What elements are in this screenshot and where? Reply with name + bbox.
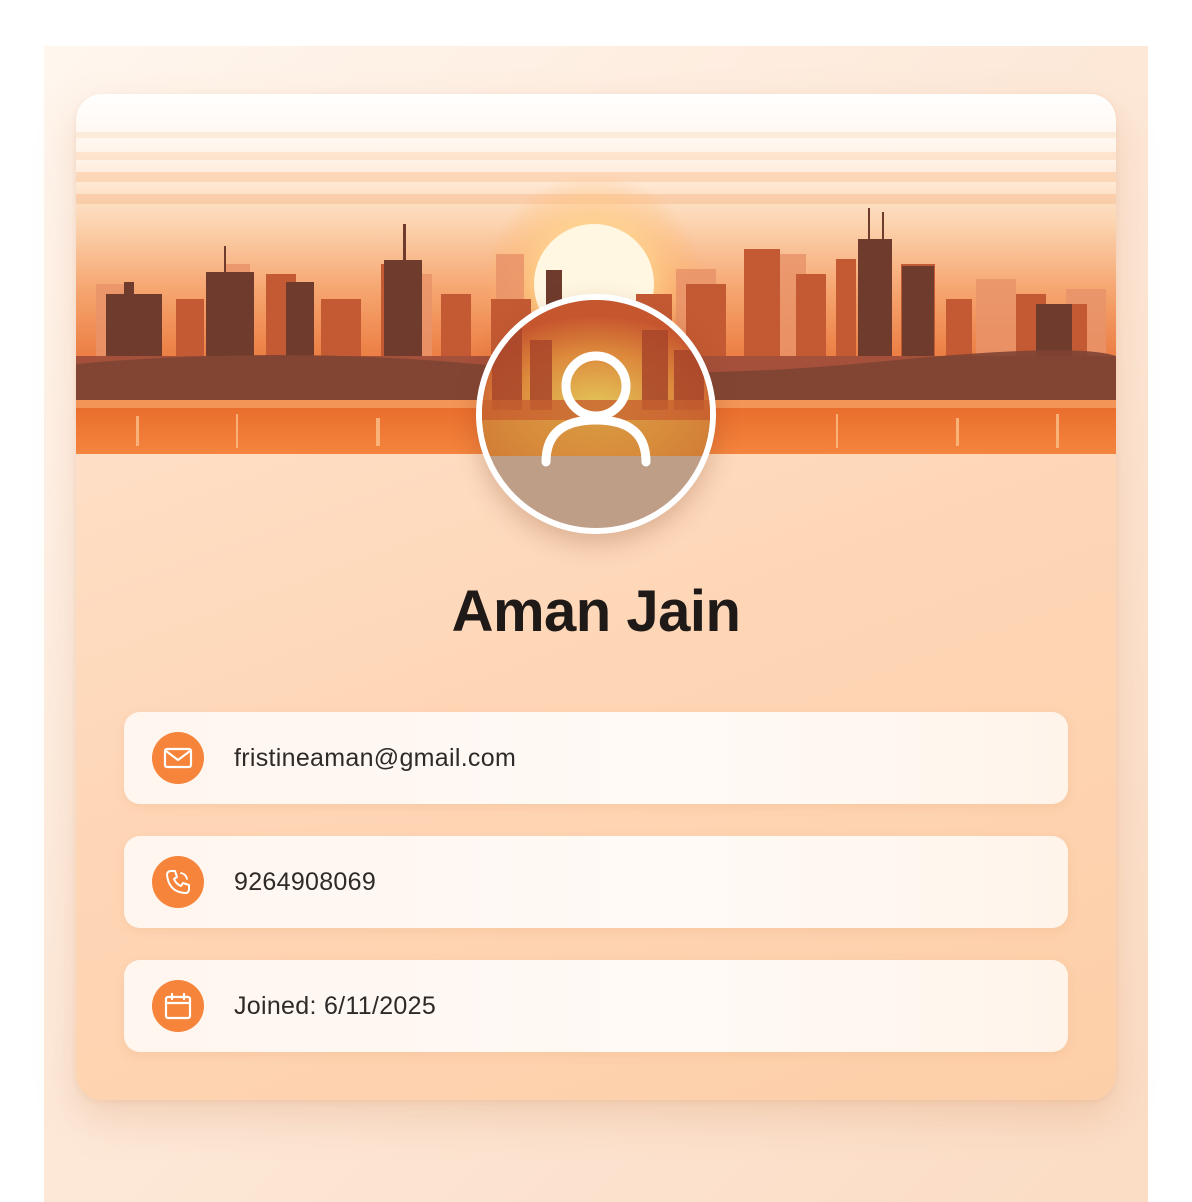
email-row[interactable]: fristineaman@gmail.com	[124, 712, 1068, 804]
phone-row[interactable]: 9264908069	[124, 836, 1068, 928]
profile-card: Aman Jain fristineaman@gmail.com 9264908…	[76, 94, 1116, 1100]
mail-icon	[152, 732, 204, 784]
phone-icon	[152, 856, 204, 908]
joined-row[interactable]: Joined: 6/11/2025	[124, 960, 1068, 1052]
joined-text: Joined: 6/11/2025	[234, 992, 437, 1020]
avatar[interactable]	[476, 294, 716, 534]
profile-name: Aman Jain	[451, 579, 741, 644]
phone-text: 9264908069	[234, 868, 377, 896]
user-icon	[541, 351, 651, 467]
email-text: fristineaman@gmail.com	[234, 744, 517, 772]
calendar-icon	[152, 980, 204, 1032]
